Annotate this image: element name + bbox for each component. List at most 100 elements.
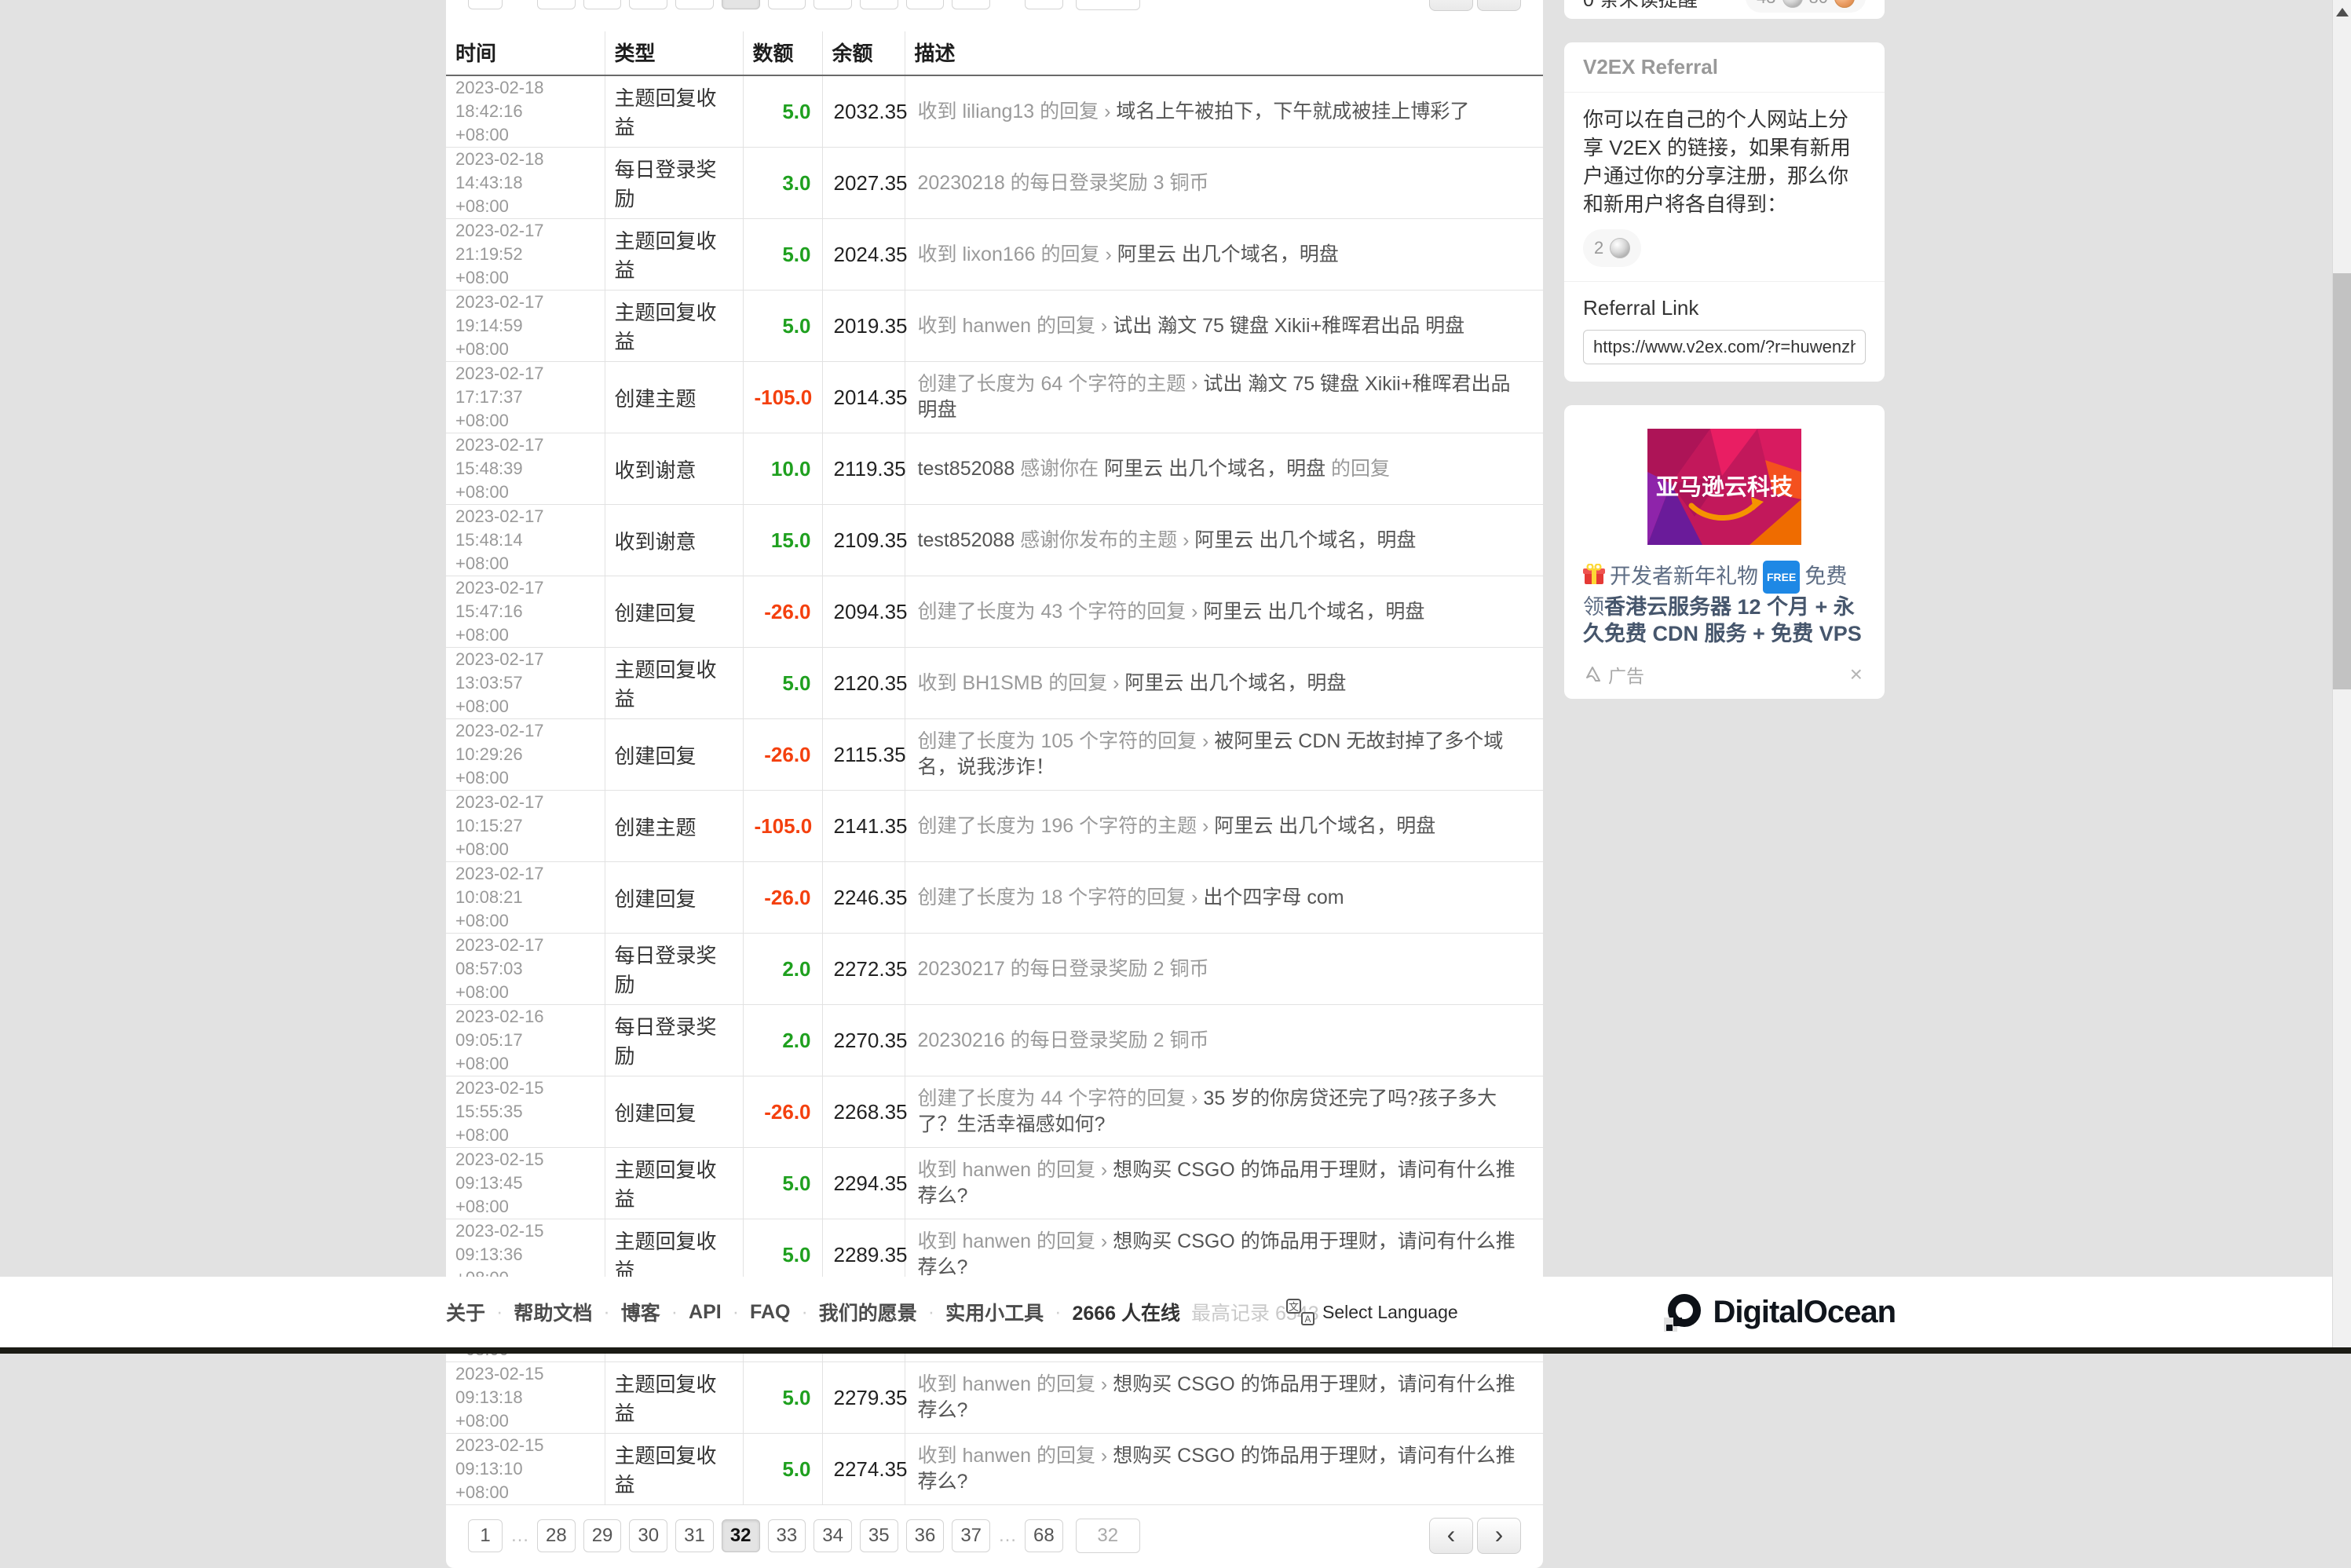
row-balance: 2094.35	[822, 576, 907, 648]
row-balance: 2268.35	[822, 1076, 907, 1148]
svg-text:亚马逊云科技: 亚马逊云科技	[1656, 474, 1793, 500]
prev-page-button[interactable]: ‹	[1429, 1518, 1473, 1554]
row-description: 收到 hanwen 的回复 › 试出 瀚文 75 键盘 Xikii+稚晖君出品 …	[905, 290, 1543, 362]
scrollbar-up-arrow-icon[interactable]	[2335, 8, 2349, 16]
page-button[interactable]: 32	[721, 1519, 760, 1552]
next-page-button[interactable]: ›	[1477, 0, 1521, 11]
description-segment[interactable]: 试出 瀚文 75 键盘 Xikii+稚晖君出品 明盘	[1113, 315, 1464, 337]
description-segment[interactable]: 阿里云 出几个域名，明盘	[1194, 529, 1416, 551]
description-segment: 20230218 的每日登录奖励 3 铜币	[917, 171, 1209, 194]
page-button[interactable]: 68	[1025, 0, 1063, 9]
page-button-list: 1…28293031323334353637…68	[468, 1519, 1071, 1552]
digitalocean-brand[interactable]: DigitalOcean	[1664, 1277, 1896, 1347]
description-segment: 创建了长度为 18 个字符的回复 ›	[917, 886, 1204, 908]
page-button[interactable]: 31	[675, 0, 714, 9]
page-button[interactable]: 37	[952, 0, 991, 9]
description-segment[interactable]: 阿里云 出几个域名，明盘	[1117, 243, 1339, 265]
ad-close-icon[interactable]: ×	[1847, 663, 1866, 685]
page-button: …	[510, 0, 529, 9]
page-button[interactable]: 31	[675, 1519, 714, 1552]
row-amount: 5.0	[743, 218, 823, 291]
unread-notifications-link[interactable]: 0 条未读提醒	[1583, 0, 1698, 13]
balance-pill[interactable]: 43 80	[1746, 0, 1866, 13]
page-button[interactable]: 28	[537, 1519, 576, 1552]
description-segment: 收到 hanwen 的回复 ›	[917, 1159, 1113, 1181]
page-button[interactable]: 1	[468, 1519, 503, 1552]
footer-item[interactable]: 我们的愿景	[819, 1298, 917, 1326]
row-time: 2023-02-17 10:15:27 +08:00	[446, 790, 605, 862]
page-button[interactable]: 35	[859, 0, 898, 9]
page-button[interactable]: 68	[1025, 1519, 1063, 1552]
page-button[interactable]: 1	[468, 0, 503, 9]
row-type: 收到谢意	[605, 433, 744, 505]
page-button[interactable]: 34	[814, 0, 852, 9]
page-button[interactable]: 36	[905, 0, 945, 9]
footer-item[interactable]: 帮助文档	[514, 1298, 592, 1326]
footer-item[interactable]: 博客	[621, 1298, 660, 1326]
page-button[interactable]: 35	[859, 1519, 898, 1552]
description-segment[interactable]: test852088	[918, 458, 1015, 480]
page-input[interactable]	[1075, 0, 1140, 10]
description-segment[interactable]: 阿里云 出几个域名，明盘	[1104, 458, 1325, 480]
page-button[interactable]: 28	[537, 0, 576, 9]
row-time: 2023-02-17 15:47:16 +08:00	[446, 576, 605, 648]
table-row: 2023-02-17 08:57:03 +08:00 每日登录奖励 2.0 227…	[446, 933, 1543, 1005]
description-segment: 创建了长度为 105 个字符的回复 ›	[917, 730, 1215, 752]
page-button[interactable]: 33	[767, 0, 806, 9]
row-type: 主题回复收益	[605, 1361, 744, 1434]
description-segment[interactable]: 阿里云 出几个域名，明盘	[1203, 601, 1424, 623]
description-segment[interactable]: 阿里云 出几个域名，明盘	[1124, 672, 1346, 694]
ad-banner-image[interactable]: 亚马逊云科技	[1647, 429, 1801, 545]
prev-page-button[interactable]: ‹	[1429, 0, 1473, 11]
page-button[interactable]: 33	[767, 1519, 806, 1552]
row-description: 创建了长度为 64 个字符的主题 › 试出 瀚文 75 键盘 Xikii+稚晖君…	[905, 361, 1543, 433]
description-segment[interactable]: 域名上午被拍下，下午就成被挂上博彩了	[1116, 101, 1469, 122]
footer-item[interactable]: API	[689, 1301, 722, 1324]
description-segment: 收到 lixon166 的回复 ›	[917, 243, 1117, 265]
page-button[interactable]: 29	[583, 1519, 622, 1552]
description-segment: 收到 liliang13 的回复 ›	[917, 100, 1117, 122]
pagination-top: 1 … 28 29 30 31 32 33 34 35 36 37 … 68 ‹ ›	[446, 0, 1543, 31]
select-language[interactable]: 文 A Select Language	[1286, 1277, 1458, 1347]
row-type: 主题回复收益	[605, 647, 744, 719]
description-segment: 感谢你发布的主题 ›	[1015, 528, 1195, 551]
scrollbar-thumb[interactable]	[2333, 273, 2351, 689]
ad-text[interactable]: 开发者新年礼物 FREE 免费领香港云服务器 12 个月 + 永久免费 CDN 服务…	[1583, 561, 1866, 647]
row-time: 2023-02-15 09:13:18 +08:00	[446, 1361, 605, 1434]
row-description: test852088 感谢你发布的主题 › 阿里云 出几个域名，明盘	[905, 504, 1543, 576]
table-header-row: 时间 类型 数额 余额 描述	[446, 31, 1543, 76]
page-button[interactable]: 32	[721, 0, 760, 9]
row-amount: 15.0	[743, 504, 823, 576]
translate-icon: 文 A	[1286, 1299, 1314, 1325]
silver-count: 43	[1757, 0, 1775, 8]
page-button[interactable]: 37	[952, 1519, 991, 1552]
footer-item[interactable]: 实用小工具	[945, 1298, 1044, 1326]
page-button[interactable]: 29	[583, 0, 622, 9]
table-row: 2023-02-15 09:13:45 +08:00 主题回复收益 5.0 229…	[446, 1147, 1543, 1219]
page-scrollbar[interactable]	[2332, 0, 2351, 1354]
referral-link-input[interactable]	[1583, 330, 1866, 364]
ad-card[interactable]: 亚马逊云科技 开发者新年礼物 FREE 免费领香港云服务器 12 个月 + 永久免费…	[1564, 405, 1885, 699]
page-button: …	[998, 0, 1017, 9]
ad-network-icon	[1586, 667, 1600, 682]
page-button[interactable]: 30	[629, 1519, 668, 1552]
row-time: 2023-02-17 19:14:59 +08:00	[446, 290, 605, 362]
description-segment[interactable]: test852088	[918, 529, 1015, 551]
page-button[interactable]: 34	[814, 1519, 852, 1552]
row-amount: -26.0	[743, 718, 823, 791]
row-time: 2023-02-17 15:48:39 +08:00	[446, 433, 605, 505]
table-row: 2023-02-17 13:03:57 +08:00 主题回复收益 5.0 212…	[446, 647, 1543, 719]
page-button[interactable]: 30	[629, 0, 668, 9]
footer-item[interactable]: 关于	[446, 1298, 485, 1326]
row-amount: -26.0	[743, 861, 823, 934]
referral-card: V2EX Referral 你可以在自己的个人网站上分享 V2EX 的链接，如果…	[1564, 42, 1885, 382]
next-page-button[interactable]: ›	[1477, 1518, 1521, 1554]
description-segment: 20230217 的每日登录奖励 2 铜币	[917, 957, 1209, 980]
footer-item[interactable]: FAQ	[750, 1301, 790, 1324]
description-segment[interactable]: 出个四字母 com	[1203, 886, 1344, 908]
description-segment[interactable]: 阿里云 出几个域名，明盘	[1214, 815, 1435, 837]
table-row: 2023-02-15 09:13:18 +08:00 主题回复收益 5.0 227…	[446, 1361, 1543, 1434]
row-time: 2023-02-17 21:19:52 +08:00	[446, 218, 605, 291]
page-button[interactable]: 36	[905, 1519, 945, 1552]
page-input[interactable]	[1075, 1519, 1140, 1553]
